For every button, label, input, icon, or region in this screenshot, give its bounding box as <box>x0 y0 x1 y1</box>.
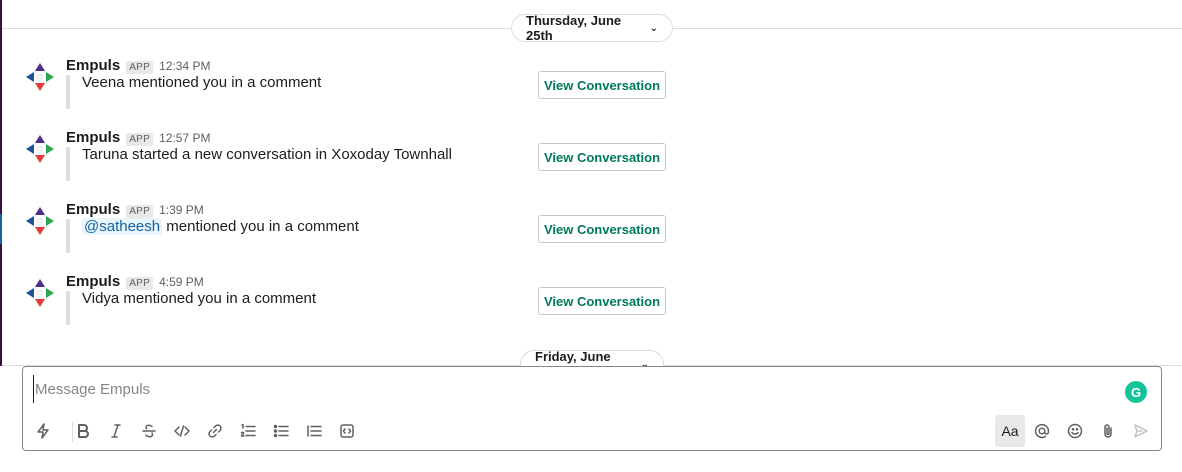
message-item: Empuls APP 12:57 PM Taruna started a new… <box>0 129 1182 203</box>
empuls-logo-icon[interactable] <box>26 63 54 91</box>
message-timestamp[interactable]: 4:59 PM <box>159 275 204 289</box>
grammarly-icon[interactable]: G <box>1125 381 1147 403</box>
bold-icon[interactable] <box>68 415 98 447</box>
day-divider-label: Thursday, June 25th <box>526 13 622 43</box>
sender-name[interactable]: Empuls <box>66 57 120 74</box>
message-input[interactable] <box>33 375 1117 403</box>
view-conversation-button[interactable]: View Conversation <box>538 143 666 171</box>
lightning-icon[interactable] <box>28 415 58 447</box>
quote-bar <box>66 147 70 181</box>
mention-icon[interactable] <box>1027 415 1057 447</box>
blockquote-icon[interactable] <box>299 415 329 447</box>
sender-name[interactable]: Empuls <box>66 273 120 290</box>
message-item: Empuls APP 4:59 PM Vidya mentioned you i… <box>0 273 1182 347</box>
message-composer: G <box>22 366 1162 451</box>
link-icon[interactable] <box>200 415 230 447</box>
italic-icon[interactable] <box>101 415 131 447</box>
message-timestamp[interactable]: 12:57 PM <box>159 131 210 145</box>
emoji-icon[interactable] <box>1060 415 1090 447</box>
message-text: Taruna started a new conversation in Xox… <box>82 146 452 163</box>
day-divider-thursday[interactable]: Thursday, June 25th ⌄ <box>511 13 673 43</box>
bulleted-list-icon[interactable] <box>266 415 296 447</box>
sender-name[interactable]: Empuls <box>66 201 120 218</box>
view-conversation-button[interactable]: View Conversation <box>538 287 666 315</box>
quote-bar <box>66 291 70 325</box>
ordered-list-icon[interactable] <box>233 415 263 447</box>
attach-icon[interactable] <box>1093 415 1123 447</box>
code-block-icon[interactable] <box>332 415 362 447</box>
composer-toolbar: Aa <box>23 415 1161 447</box>
empuls-logo-icon[interactable] <box>26 207 54 235</box>
app-badge: APP <box>126 277 154 290</box>
code-icon[interactable] <box>167 415 197 447</box>
format-toggle-button[interactable]: Aa <box>995 415 1025 447</box>
quote-bar <box>66 75 70 109</box>
view-conversation-button[interactable]: View Conversation <box>538 215 666 243</box>
user-mention[interactable]: @satheesh <box>82 218 163 235</box>
message-text: Veena mentioned you in a comment <box>82 74 322 91</box>
message-text-rest: mentioned you in a comment <box>162 218 359 235</box>
send-icon[interactable] <box>1126 415 1156 447</box>
chevron-down-icon: ⌄ <box>649 22 658 34</box>
format-toggle-label: Aa <box>1001 423 1019 439</box>
app-badge: APP <box>126 61 154 74</box>
view-conversation-button[interactable]: View Conversation <box>538 71 666 99</box>
message-text: Vidya mentioned you in a comment <box>82 290 317 307</box>
message-header: Empuls APP 4:59 PM <box>66 273 204 290</box>
strikethrough-icon[interactable] <box>134 415 164 447</box>
quote-bar <box>66 219 70 253</box>
message-header: Empuls APP 12:57 PM <box>66 129 210 146</box>
message-item: Empuls APP 1:39 PM @satheesh mentioned y… <box>0 201 1182 275</box>
composer-area: G <box>0 366 1182 472</box>
empuls-logo-icon[interactable] <box>26 279 54 307</box>
message-text: @satheesh mentioned you in a comment <box>82 218 359 235</box>
app-badge: APP <box>126 133 154 146</box>
message-header: Empuls APP 1:39 PM <box>66 201 204 218</box>
app-badge: APP <box>126 205 154 218</box>
message-item: Empuls APP 12:34 PM Veena mentioned you … <box>0 57 1182 131</box>
sender-name[interactable]: Empuls <box>66 129 120 146</box>
message-header: Empuls APP 12:34 PM <box>66 57 210 74</box>
message-timestamp[interactable]: 12:34 PM <box>159 59 210 73</box>
empuls-logo-icon[interactable] <box>26 135 54 163</box>
message-timestamp[interactable]: 1:39 PM <box>159 203 204 217</box>
